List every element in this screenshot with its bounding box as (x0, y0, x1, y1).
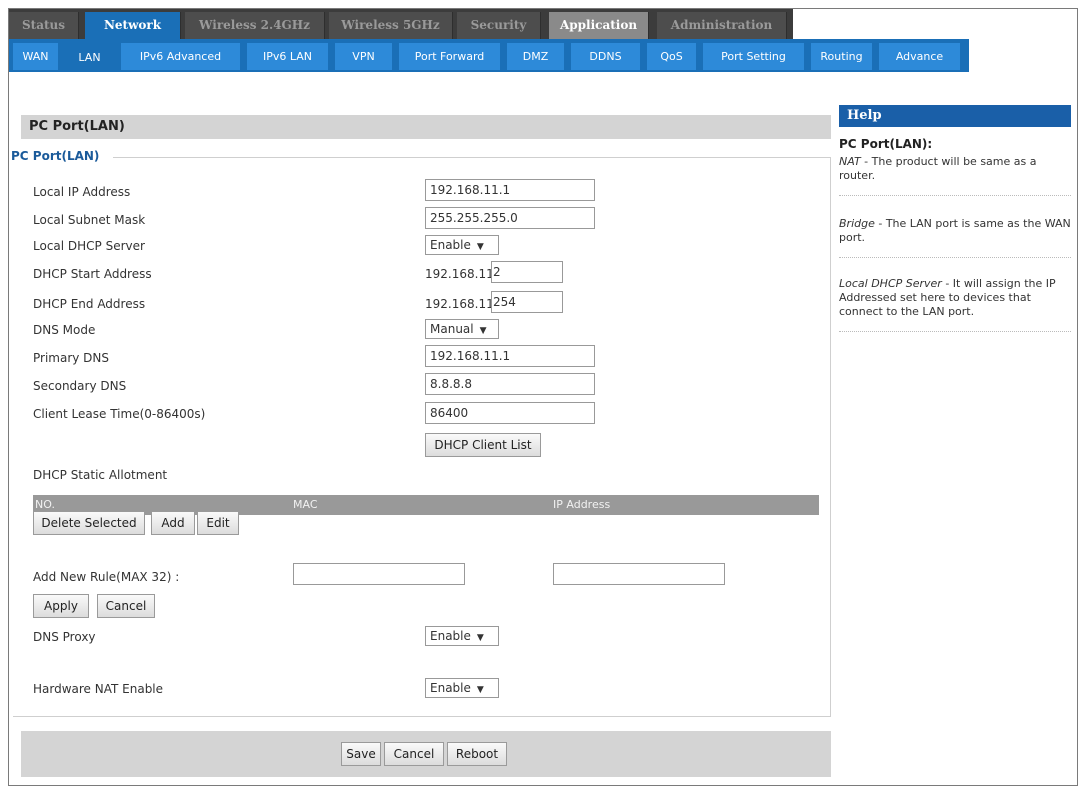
sub-nav: WAN LAN IPv6 Advanced IPv6 LAN VPN Port … (9, 39, 1077, 89)
subtab-port-forward[interactable]: Port Forward (399, 43, 501, 70)
tab-wireless-24[interactable]: Wireless 2.4GHz (185, 12, 325, 39)
dns-proxy-label: DNS Proxy (33, 630, 96, 644)
section-title: PC Port(LAN) (21, 115, 831, 139)
tab-application[interactable]: Application (549, 12, 649, 39)
tab-status[interactable]: Status (9, 12, 79, 39)
tab-wireless-5[interactable]: Wireless 5GHz (329, 12, 453, 39)
new-rule-mac-input[interactable] (293, 563, 465, 585)
router-admin-window: Status Network Wireless 2.4GHz Wireless … (8, 8, 1078, 786)
dns-mode-select[interactable]: Manual ▼ (425, 319, 499, 339)
dhcp-end-prefix: 192.168.11. (425, 297, 498, 311)
edit-button[interactable]: Edit (197, 511, 239, 535)
local-ip-label: Local IP Address (33, 185, 131, 199)
local-ip-input[interactable]: 192.168.11.1 (425, 179, 595, 201)
subtab-routing[interactable]: Routing (811, 43, 873, 70)
secondary-dns-label: Secondary DNS (33, 379, 127, 393)
tab-network[interactable]: Network (85, 12, 181, 39)
dhcp-server-label: Local DHCP Server (33, 239, 145, 253)
help-item-bridge: Bridge - The LAN port is same as the WAN… (839, 217, 1071, 258)
help-item-dhcp: Local DHCP Server - It will assign the I… (839, 277, 1071, 332)
help-title: PC Port(LAN): (839, 137, 933, 151)
lease-time-label: Client Lease Time(0-86400s) (33, 407, 206, 421)
help-text: - The product will be same as a router. (839, 155, 1037, 182)
chevron-down-icon: ▼ (479, 326, 487, 336)
static-allotment-label: DHCP Static Allotment (33, 468, 168, 482)
subtab-qos[interactable]: QoS (647, 43, 697, 70)
new-rule-ip-input[interactable] (553, 563, 725, 585)
sub-nav-bar: WAN LAN IPv6 Advanced IPv6 LAN VPN Port … (9, 39, 969, 72)
col-ip: IP Address (553, 498, 611, 511)
dns-mode-label: DNS Mode (33, 323, 96, 337)
delete-selected-button[interactable]: Delete Selected (33, 511, 145, 535)
subtab-ipv6-advanced[interactable]: IPv6 Advanced (121, 43, 241, 70)
help-header: Help (839, 105, 1071, 127)
hw-nat-label: Hardware NAT Enable (33, 682, 164, 696)
primary-dns-label: Primary DNS (33, 351, 110, 365)
subtab-dmz[interactable]: DMZ (507, 43, 565, 70)
rule-cancel-button[interactable]: Cancel (97, 594, 155, 618)
subtab-vpn[interactable]: VPN (335, 43, 393, 70)
lease-time-input[interactable]: 86400 (425, 402, 595, 424)
help-term: NAT (839, 155, 861, 168)
help-term: Local DHCP Server (839, 277, 942, 290)
hw-nat-select[interactable]: Enable ▼ (425, 678, 499, 698)
new-rule-label: Add New Rule(MAX 32) : (33, 570, 180, 584)
chevron-down-icon: ▼ (476, 633, 484, 643)
dns-mode-value: Manual (430, 322, 474, 336)
subtab-ddns[interactable]: DDNS (571, 43, 641, 70)
help-term: Bridge (839, 217, 875, 230)
dhcp-client-list-button[interactable]: DHCP Client List (425, 433, 541, 457)
chevron-down-icon: ▼ (476, 685, 484, 695)
chevron-down-icon: ▼ (476, 242, 484, 252)
add-button[interactable]: Add (151, 511, 195, 535)
secondary-dns-input[interactable]: 8.8.8.8 (425, 373, 595, 395)
save-button[interactable]: Save (341, 742, 381, 766)
dns-proxy-value: Enable (430, 629, 471, 643)
subtab-ipv6-lan[interactable]: IPv6 LAN (247, 43, 329, 70)
col-mac: MAC (293, 498, 318, 511)
help-item-nat: NAT - The product will be same as a rout… (839, 155, 1071, 196)
subtab-wan[interactable]: WAN (13, 43, 59, 70)
dhcp-start-prefix: 192.168.11. (425, 267, 498, 281)
subnet-label: Local Subnet Mask (33, 213, 146, 227)
top-nav: Status Network Wireless 2.4GHz Wireless … (9, 9, 793, 39)
dhcp-end-input[interactable]: 254 (491, 291, 563, 313)
hw-nat-value: Enable (430, 681, 471, 695)
primary-dns-input[interactable]: 192.168.11.1 (425, 345, 595, 367)
subnet-input[interactable]: 255.255.255.0 (425, 207, 595, 229)
reboot-button[interactable]: Reboot (447, 742, 507, 766)
apply-button[interactable]: Apply (33, 594, 89, 618)
dns-proxy-select[interactable]: Enable ▼ (425, 626, 499, 646)
subtab-lan[interactable]: LAN (65, 39, 115, 72)
tab-administration[interactable]: Administration (657, 12, 787, 39)
fieldset-legend: PC Port(LAN) (11, 149, 114, 163)
dhcp-start-label: DHCP Start Address (33, 267, 152, 281)
dhcp-server-select[interactable]: Enable ▼ (425, 235, 499, 255)
subtab-advance[interactable]: Advance (879, 43, 961, 70)
dhcp-server-value: Enable (430, 238, 471, 252)
dhcp-start-input[interactable]: 2 (491, 261, 563, 283)
subtab-port-setting[interactable]: Port Setting (703, 43, 805, 70)
dhcp-end-label: DHCP End Address (33, 297, 146, 311)
cancel-button[interactable]: Cancel (384, 742, 444, 766)
tab-security[interactable]: Security (457, 12, 541, 39)
